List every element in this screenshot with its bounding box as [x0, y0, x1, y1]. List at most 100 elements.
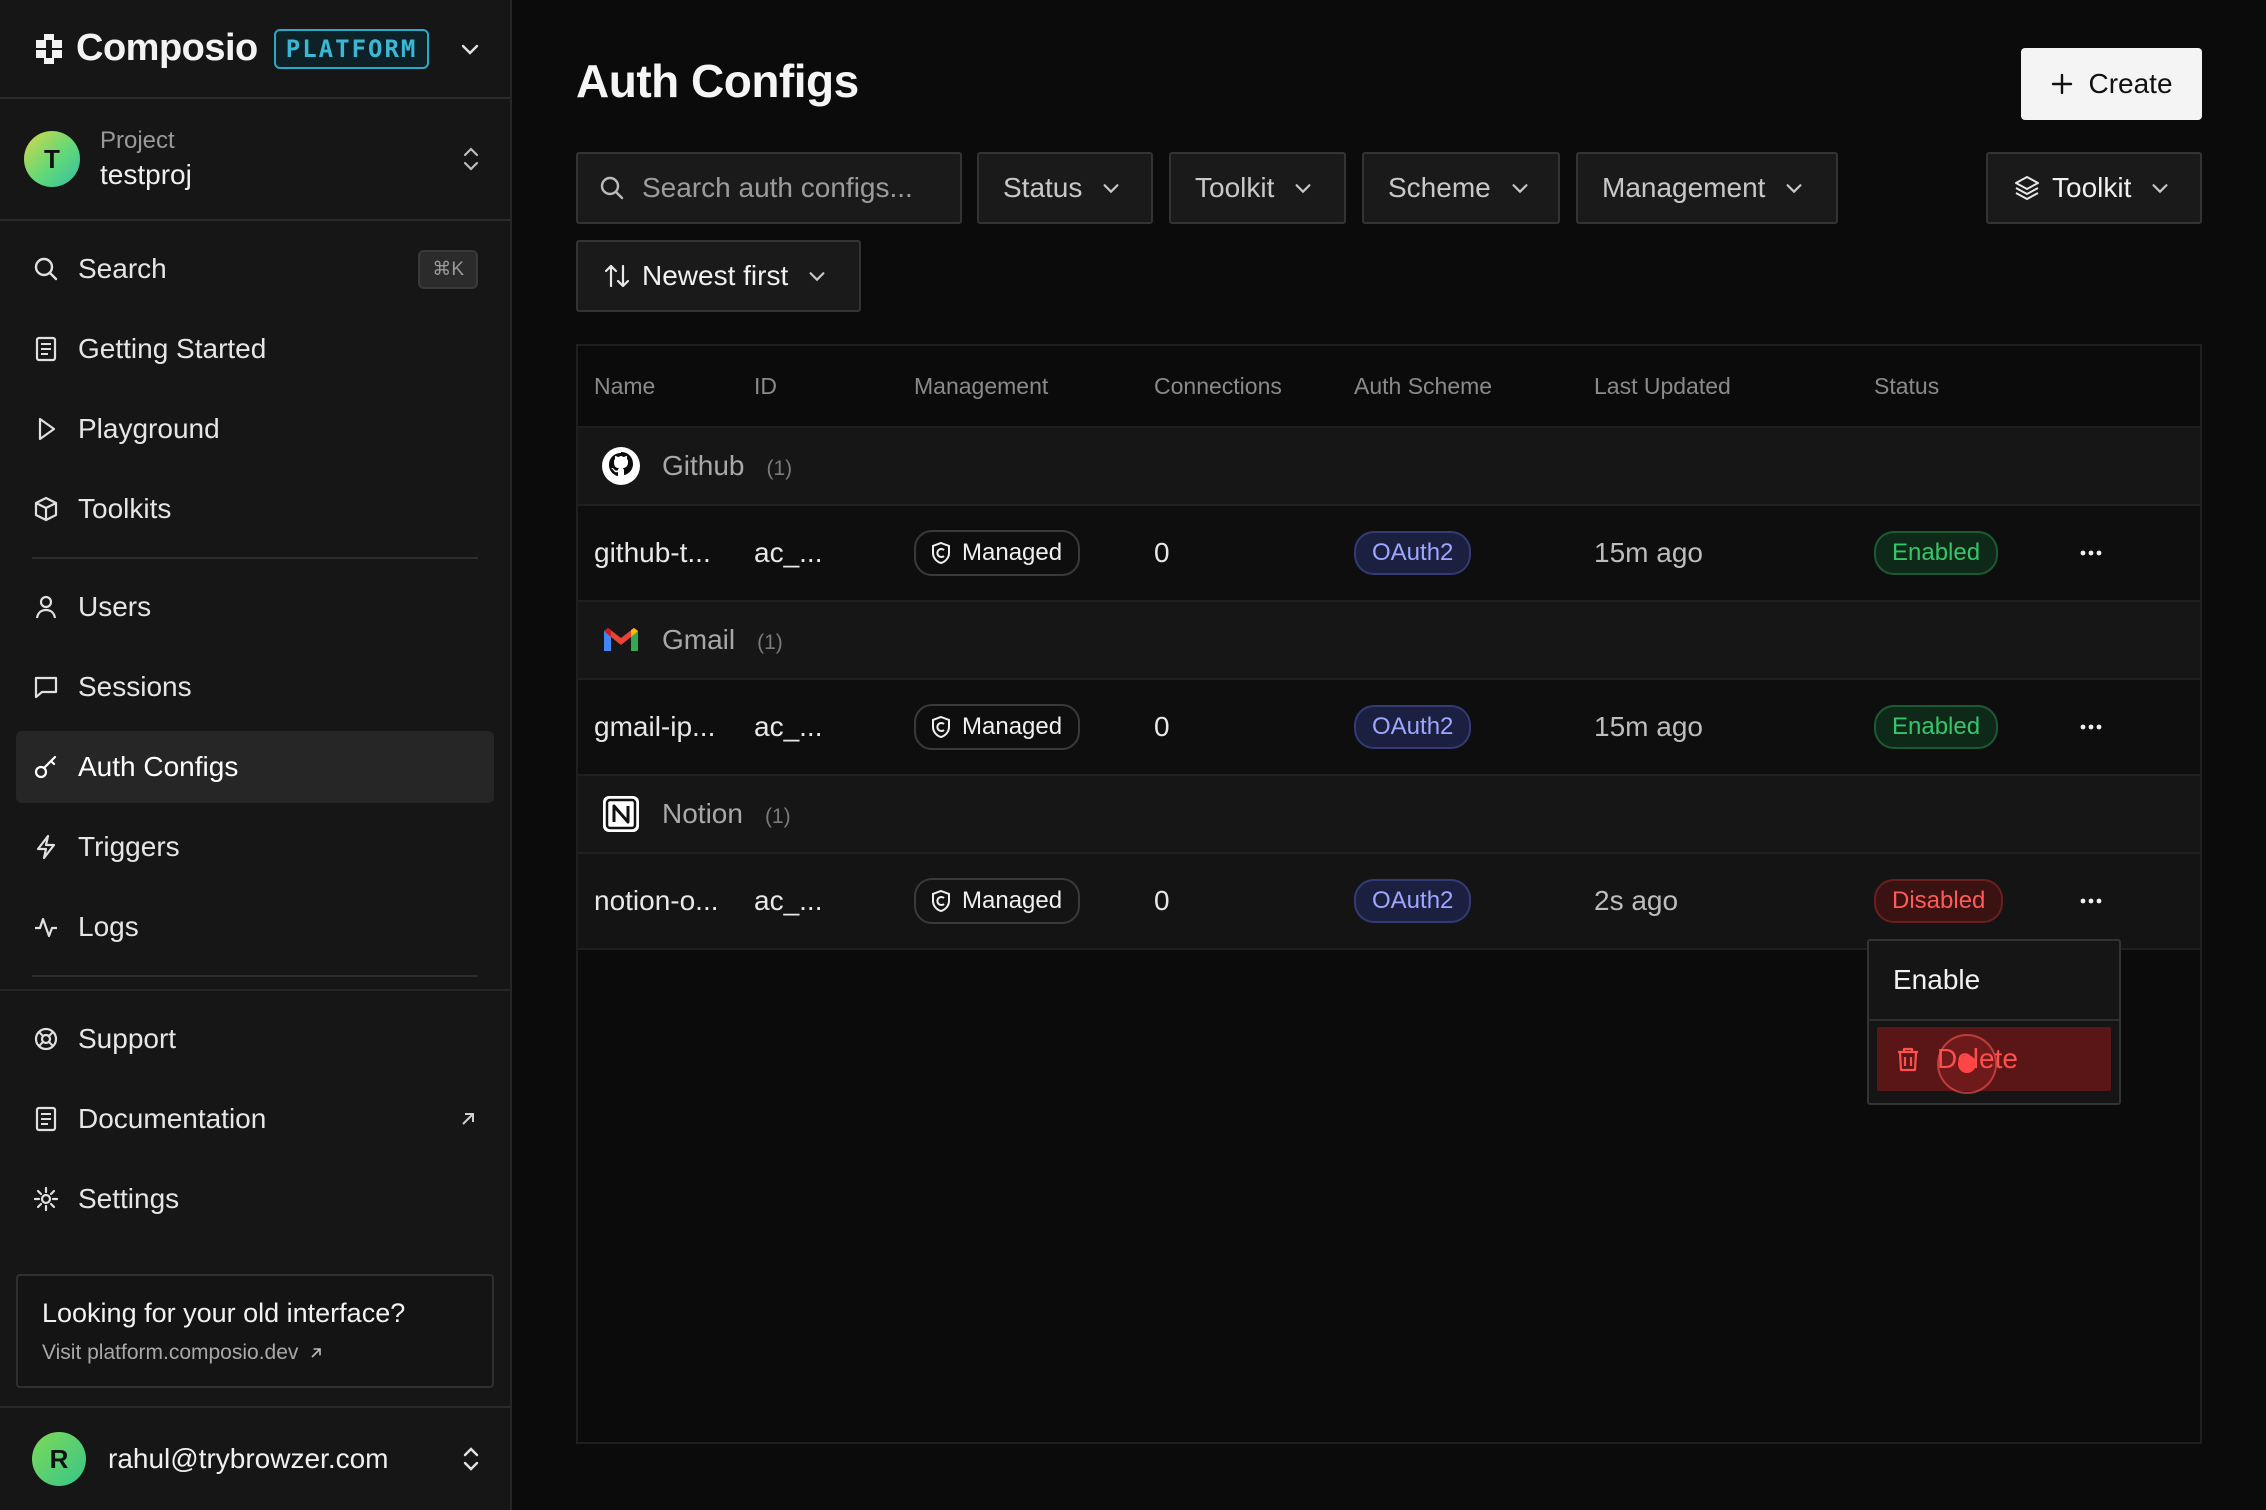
notion-logo-icon	[603, 796, 639, 832]
sidebar-item-settings[interactable]: Settings	[16, 1163, 494, 1235]
sidebar-item-auth-configs[interactable]: Auth Configs	[16, 731, 494, 803]
old-interface-title: Looking for your old interface?	[42, 1298, 406, 1328]
sidebar-item-label: Logs	[78, 911, 139, 942]
row-actions-menu: Enable Delete	[1867, 939, 2121, 1105]
sidebar-item-playground[interactable]: Playground	[16, 393, 494, 465]
shield-icon	[932, 715, 950, 739]
sidebar-item-sessions[interactable]: Sessions	[16, 651, 494, 723]
sidebar-item-getting-started[interactable]: Getting Started	[16, 313, 494, 385]
column-header[interactable]: Connections	[1154, 373, 1282, 400]
toolkit-filter[interactable]: Toolkit	[1169, 152, 1346, 224]
sidebar-item-label: Users	[78, 591, 152, 622]
document-icon	[35, 336, 57, 362]
more-options-button[interactable]	[2080, 723, 2102, 731]
sidebar-item-label: Triggers	[78, 831, 180, 862]
config-id[interactable]: ac_...	[754, 537, 822, 569]
ellipsis-icon	[2080, 898, 2102, 904]
sidebar-item-label: Search	[78, 253, 167, 284]
more-options-button[interactable]	[2080, 549, 2102, 557]
connections-count: 0	[1154, 537, 1170, 568]
more-options-button[interactable]	[2080, 897, 2102, 905]
group-row-gmail[interactable]: Gmail (1)	[578, 602, 2200, 680]
sidebar-item-logs[interactable]: Logs	[16, 891, 494, 963]
user-menu[interactable]: R rahul@trybrowzer.com	[0, 1406, 510, 1510]
group-name-text: Github	[662, 450, 745, 481]
group-by-toolkit-dropdown[interactable]: Toolkit	[1986, 152, 2202, 224]
table-row[interactable]: github-t... ac_... Managed 0 OAuth2 15m …	[578, 506, 2200, 602]
config-name[interactable]: gmail-ip...	[594, 711, 715, 743]
management-badge: Managed	[914, 878, 1081, 924]
column-header[interactable]: Management	[914, 373, 1048, 400]
sidebar-item-toolkits[interactable]: Toolkits	[16, 473, 494, 545]
status-filter[interactable]: Status	[977, 152, 1153, 224]
sidebar-item-triggers[interactable]: Triggers	[16, 811, 494, 883]
column-header[interactable]: Auth Scheme	[1354, 373, 1492, 400]
scheme-filter[interactable]: Scheme	[1362, 152, 1560, 224]
sidebar-item-documentation[interactable]: Documentation	[16, 1083, 494, 1155]
old-interface-link[interactable]: Visit platform.composio.dev	[42, 1341, 468, 1365]
config-name[interactable]: github-t...	[594, 537, 711, 569]
sidebar-nav: Search ⌘K Getting Started Playground Too…	[0, 233, 510, 1235]
composio-logo-icon	[36, 33, 62, 64]
table-header: Name ID Management Connections Auth Sche…	[578, 346, 2200, 428]
search-placeholder: Search auth configs...	[642, 172, 913, 203]
chevron-down-icon[interactable]	[458, 37, 482, 61]
chevron-down-icon	[809, 272, 825, 282]
old-interface-card[interactable]: Looking for your old interface? Visit pl…	[16, 1274, 494, 1388]
auth-scheme-badge: OAuth2	[1354, 705, 1472, 749]
chevron-updown-icon[interactable]	[460, 1445, 482, 1473]
book-icon	[35, 1106, 57, 1132]
config-id[interactable]: ac_...	[754, 885, 822, 917]
project-switcher[interactable]: T Project testproj	[0, 99, 510, 221]
nav-divider	[32, 975, 478, 977]
sort-dropdown[interactable]: Newest first	[576, 240, 861, 312]
brand-header: Composio PLATFORM	[0, 0, 510, 99]
filter-label: Scheme	[1388, 172, 1491, 203]
chevron-down-icon	[1295, 184, 1311, 194]
search-icon	[600, 176, 624, 200]
group-name-text: Gmail	[662, 624, 736, 655]
auth-configs-table: Name ID Management Connections Auth Sche…	[576, 344, 2202, 1444]
connections-count: 0	[1154, 885, 1170, 916]
create-button[interactable]: Create	[2021, 48, 2202, 120]
enable-menu-item[interactable]: Enable	[1869, 941, 2119, 1019]
management-badge: Managed	[914, 704, 1081, 750]
filter-label: Status	[1003, 172, 1083, 203]
management-label: Managed	[962, 539, 1063, 566]
sidebar-item-label: Auth Configs	[78, 751, 239, 782]
sidebar-item-search[interactable]: Search ⌘K	[16, 233, 494, 305]
sidebar-item-label: Getting Started	[78, 333, 267, 364]
column-header[interactable]: ID	[754, 373, 777, 400]
gear-icon	[33, 1186, 59, 1212]
chevron-down-icon	[1786, 184, 1802, 194]
column-header[interactable]: Status	[1874, 373, 1939, 400]
column-header[interactable]: Name	[594, 373, 655, 400]
sidebar-item-support[interactable]: Support	[16, 1003, 494, 1075]
management-filter[interactable]: Management	[1576, 152, 1838, 224]
group-name: Gmail (1)	[662, 624, 783, 656]
table-row[interactable]: notion-o... ac_... Managed 0 OAuth2 2s a…	[578, 854, 2200, 950]
management-label: Managed	[962, 713, 1063, 740]
cursor-dot	[1958, 1055, 1976, 1073]
column-header[interactable]: Last Updated	[1594, 373, 1731, 400]
filter-label: Toolkit	[2052, 172, 2132, 203]
brand-name: Composio	[76, 27, 258, 69]
shortcut-badge: ⌘K	[418, 249, 478, 289]
sidebar-item-label: Toolkits	[78, 493, 172, 524]
connections-count: 0	[1154, 711, 1170, 742]
external-link-icon	[462, 1113, 474, 1125]
config-id[interactable]: ac_...	[754, 711, 822, 743]
group-name: Github (1)	[662, 450, 792, 482]
config-name[interactable]: notion-o...	[594, 885, 719, 917]
gmail-logo-icon	[604, 628, 638, 651]
status-badge: Disabled	[1874, 879, 2004, 923]
sidebar-item-users[interactable]: Users	[16, 571, 494, 643]
chevron-down-icon	[1512, 184, 1528, 194]
platform-badge: PLATFORM	[273, 28, 430, 69]
table-row[interactable]: gmail-ip... ac_... Managed 0 OAuth2 15m …	[578, 680, 2200, 776]
group-row-github[interactable]: Github (1)	[578, 428, 2200, 506]
search-input[interactable]: Search auth configs...	[576, 152, 962, 224]
user-avatar: R	[32, 1432, 86, 1486]
group-row-notion[interactable]: Notion (1)	[578, 776, 2200, 854]
chevron-updown-icon[interactable]	[460, 145, 482, 173]
